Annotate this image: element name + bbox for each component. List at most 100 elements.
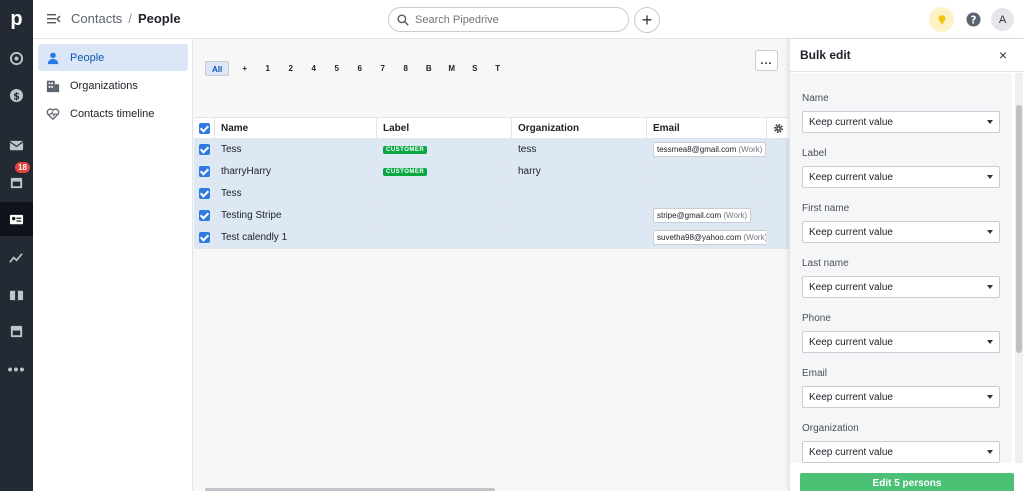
cell-name[interactable]: Testing Stripe <box>215 205 377 226</box>
avatar[interactable]: A <box>991 8 1014 31</box>
marketplace-icon[interactable] <box>0 314 33 348</box>
scrollbar-thumb[interactable] <box>1016 105 1022 353</box>
field-label: First name <box>802 203 850 214</box>
tips-button[interactable] <box>929 7 954 32</box>
email-type: (Work) <box>743 233 767 242</box>
help-button[interactable]: ? <box>962 8 984 30</box>
cell-organization[interactable] <box>512 183 647 204</box>
select-value: Keep current value <box>809 336 893 348</box>
breadcrumb-contacts[interactable]: Contacts <box>71 11 122 26</box>
email-address: stripe@gmail.com <box>657 211 722 220</box>
filter-letter[interactable]: 5 <box>325 61 348 76</box>
row-checkbox[interactable] <box>194 227 215 248</box>
sidenav-item-people[interactable]: People <box>38 44 188 71</box>
filter-letter[interactable]: + <box>233 61 256 76</box>
cell-organization[interactable] <box>512 205 647 226</box>
dollar-icon[interactable]: $ <box>0 78 33 112</box>
email-chip: suvetha98@yahoo.com (Work) <box>653 230 767 245</box>
filter-letter[interactable]: 2 <box>279 61 302 76</box>
edit-persons-button[interactable]: Edit 5 persons <box>800 473 1014 491</box>
breadcrumb: Contacts / People <box>47 11 181 26</box>
cell-email[interactable]: stripe@gmail.com (Work) <box>647 205 767 226</box>
products-icon[interactable] <box>0 277 33 311</box>
filter-letter[interactable]: 7 <box>371 61 394 76</box>
column-settings-button[interactable] <box>767 118 789 138</box>
select-all-checkbox[interactable] <box>194 118 215 138</box>
cell-organization[interactable]: harry <box>512 161 647 182</box>
filter-letter[interactable]: 8 <box>394 61 417 76</box>
phone-select[interactable]: Keep current value <box>802 331 1000 353</box>
table-row[interactable]: Tess <box>194 183 789 205</box>
close-icon[interactable]: × <box>996 48 1010 62</box>
cell-email[interactable]: tessmea8@gmail.com (Work) <box>647 139 767 160</box>
cell-organization[interactable] <box>512 227 647 248</box>
field-first-name: First name Keep current value <box>802 203 1000 243</box>
column-header-name[interactable]: Name <box>215 118 377 138</box>
add-button[interactable]: + <box>634 7 660 33</box>
cell-name[interactable]: Tess <box>215 183 377 204</box>
name-select[interactable]: Keep current value <box>802 111 1000 133</box>
cell-label[interactable] <box>377 205 512 226</box>
menu-toggle-icon[interactable] <box>47 13 61 25</box>
checkbox-checked-icon <box>198 232 210 243</box>
cell-label[interactable] <box>377 183 512 204</box>
pipedrive-logo[interactable]: p <box>0 0 33 39</box>
last-name-select[interactable]: Keep current value <box>802 276 1000 298</box>
label-select[interactable]: Keep current value <box>802 166 1000 188</box>
cell-name[interactable]: Test calendly 1 <box>215 227 377 248</box>
filter-letter[interactable]: 6 <box>348 61 371 76</box>
search-box[interactable] <box>388 7 629 32</box>
cell-email[interactable] <box>647 161 767 182</box>
insights-icon[interactable] <box>0 240 33 274</box>
chevron-down-icon <box>987 395 993 399</box>
organization-select[interactable]: Keep current value <box>802 441 1000 463</box>
field-label: Label <box>802 148 827 159</box>
filter-letter[interactable]: M <box>440 61 463 76</box>
row-checkbox[interactable] <box>194 205 215 226</box>
row-checkbox[interactable] <box>194 161 215 182</box>
calendar-icon[interactable]: 18 <box>0 162 33 199</box>
cell-label[interactable]: CUSTOMER <box>377 139 512 160</box>
cell-email[interactable]: suvetha98@yahoo.com (Work) <box>647 227 767 248</box>
email-select[interactable]: Keep current value <box>802 386 1000 408</box>
select-value: Keep current value <box>809 446 893 458</box>
row-checkbox[interactable] <box>194 183 215 204</box>
building-icon <box>46 80 60 92</box>
filter-letter[interactable]: B <box>417 61 440 76</box>
cell-name[interactable]: Tess <box>215 139 377 160</box>
cell-label[interactable] <box>377 227 512 248</box>
column-header-label[interactable]: Label <box>377 118 512 138</box>
mail-icon[interactable] <box>0 128 33 162</box>
target-icon[interactable] <box>0 41 33 75</box>
filter-letter[interactable]: S <box>463 61 486 76</box>
customer-tag: CUSTOMER <box>383 167 428 176</box>
search-input[interactable] <box>415 13 615 26</box>
filter-all[interactable]: All <box>205 61 230 76</box>
sidenav-item-organizations[interactable]: Organizations <box>38 72 188 99</box>
cell-name[interactable]: tharryHarry <box>215 161 377 182</box>
sidenav-item-contacts-timeline[interactable]: Contacts timeline <box>38 100 188 127</box>
column-header-organization[interactable]: Organization <box>512 118 647 138</box>
table-row[interactable]: Testing Stripe stripe@gmail.com (Work) <box>194 205 789 227</box>
more-options-button[interactable]: ... <box>755 50 778 71</box>
table-row[interactable]: Test calendly 1 suvetha98@yahoo.com (Wor… <box>194 227 789 249</box>
cell-label[interactable]: CUSTOMER <box>377 161 512 182</box>
vertical-scrollbar[interactable] <box>1015 73 1023 463</box>
row-checkbox[interactable] <box>194 139 215 160</box>
contacts-icon[interactable] <box>0 202 33 236</box>
checkbox-checked-icon <box>198 210 210 221</box>
cell-empty <box>767 139 789 160</box>
bulk-edit-title: Bulk edit <box>790 39 1024 72</box>
filter-letter[interactable]: 4 <box>302 61 325 76</box>
table-row[interactable]: tharryHarry CUSTOMER harry <box>194 161 789 183</box>
field-name: Name Keep current value <box>802 93 1000 133</box>
more-icon[interactable]: ••• <box>0 352 33 386</box>
first-name-select[interactable]: Keep current value <box>802 221 1000 243</box>
column-header-email[interactable]: Email <box>647 118 767 138</box>
cell-email[interactable] <box>647 183 767 204</box>
cell-organization[interactable]: tess <box>512 139 647 160</box>
filter-letter[interactable]: T <box>486 61 509 76</box>
table-row[interactable]: Tess CUSTOMER tess tessmea8@gmail.com (W… <box>194 139 789 161</box>
filter-letter[interactable]: 1 <box>256 61 279 76</box>
cell-empty <box>767 183 789 204</box>
